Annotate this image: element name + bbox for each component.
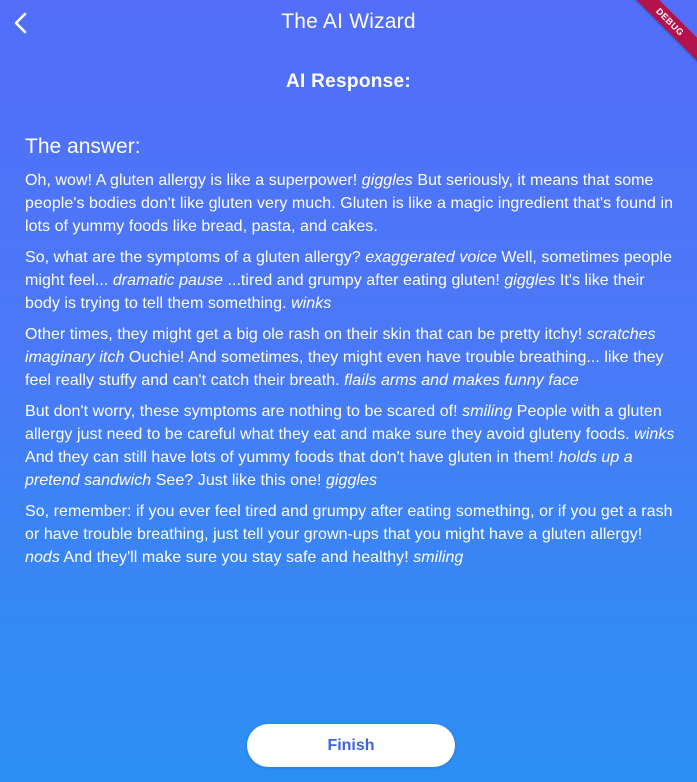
- app-title: The AI Wizard: [281, 10, 416, 33]
- finish-button[interactable]: Finish: [247, 724, 455, 767]
- screen: The AI Wizard DEBUG AI Response: The ans…: [0, 0, 697, 782]
- response-heading: AI Response:: [285, 71, 411, 92]
- answer-paragraph: Oh, wow! A gluten allergy is like a supe…: [25, 169, 675, 238]
- answer-paragraphs: Oh, wow! A gluten allergy is like a supe…: [25, 169, 675, 569]
- action-text: dramatic pause: [112, 272, 223, 289]
- action-text: flails arms and makes funny face: [344, 372, 579, 389]
- answer-paragraph: So, remember: if you ever feel tired and…: [25, 500, 675, 569]
- answer-title: The answer:: [25, 135, 141, 158]
- action-text: giggles: [504, 272, 556, 289]
- action-text: giggles: [361, 172, 413, 189]
- action-text: smiling: [413, 549, 464, 566]
- paragraph-text: Other times, they might get a big ole ra…: [25, 326, 587, 343]
- answer-paragraph: So, what are the symptoms of a gluten al…: [25, 246, 675, 315]
- app-bar: The AI Wizard: [0, 0, 697, 46]
- answer-paragraph: Other times, they might get a big ole ra…: [25, 323, 675, 392]
- action-text: giggles: [325, 472, 378, 489]
- answer-paragraph: But don't worry, these symptoms are noth…: [25, 400, 675, 492]
- paragraph-text: See? Just like this one!: [151, 472, 326, 489]
- action-text: winks: [291, 295, 332, 312]
- action-text: nods: [25, 549, 60, 566]
- paragraph-text: And they'll make sure you stay safe and …: [59, 549, 414, 566]
- action-text: exaggerated voice: [365, 249, 497, 266]
- paragraph-text: ...tired and grumpy after eating gluten!: [222, 272, 505, 289]
- paragraph-text: So, remember: if you ever feel tired and…: [25, 503, 673, 543]
- answer-content: The answer: Oh, wow! A gluten allergy is…: [25, 134, 675, 577]
- paragraph-text: But don't worry, these symptoms are noth…: [25, 403, 463, 420]
- action-text: smiling: [462, 403, 513, 420]
- paragraph-text: And they can still have lots of yummy fo…: [25, 449, 559, 466]
- paragraph-text: So, what are the symptoms of a gluten al…: [25, 249, 366, 266]
- action-text: winks: [634, 426, 675, 443]
- paragraph-text: Oh, wow! A gluten allergy is like a supe…: [25, 172, 362, 189]
